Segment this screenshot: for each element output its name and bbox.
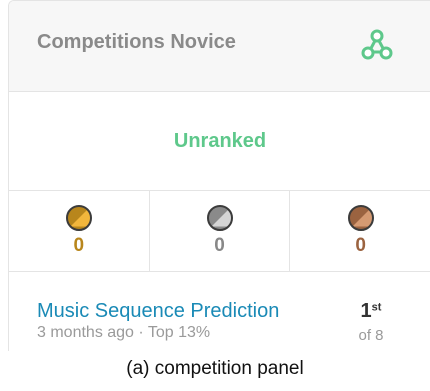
gold-medal-icon (65, 205, 92, 231)
medal-row: 0 0 0 (9, 191, 430, 272)
bronze-medal: 0 (290, 191, 430, 271)
competition-rank: 1st of 8 (351, 300, 391, 344)
bronze-count: 0 (355, 235, 366, 256)
figure-caption: (a) competition panel (126, 358, 304, 379)
panel-header: Competitions Novice (9, 1, 430, 92)
silver-medal: 0 (150, 191, 291, 271)
rank-total: of 8 (358, 327, 384, 344)
competition-panel: Competitions Novice Unranked 0 0 0 Music… (8, 0, 430, 351)
silver-count: 0 (214, 235, 225, 256)
competition-meta: 3 months ago · Top 13% (37, 324, 211, 341)
tier-title: Competitions Novice (37, 31, 236, 53)
competition-title-link[interactable]: Music Sequence Prediction (37, 300, 279, 323)
rank-number: 1 (360, 300, 372, 322)
rank-row: Unranked (9, 92, 430, 191)
competitions-icon (361, 29, 393, 60)
rank-suffix: st (371, 301, 382, 314)
silver-medal-icon (206, 205, 233, 231)
competition-row[interactable]: Music Sequence Prediction 3 months ago ·… (9, 272, 430, 351)
gold-medal: 0 (9, 191, 150, 271)
bronze-medal-icon (347, 205, 374, 231)
rank-status: Unranked (173, 129, 267, 152)
gold-count: 0 (73, 235, 85, 256)
